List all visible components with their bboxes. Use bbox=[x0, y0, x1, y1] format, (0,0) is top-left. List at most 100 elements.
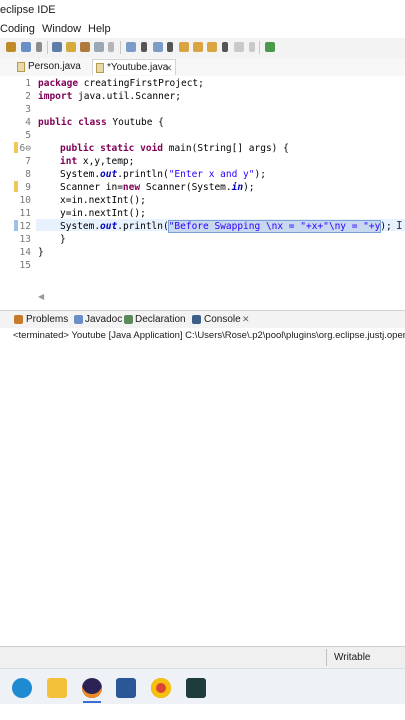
code-line: System.out.println("Before Swapping \nx … bbox=[60, 220, 392, 233]
line-number: 10 bbox=[19, 195, 31, 206]
terminal-icon[interactable] bbox=[186, 678, 206, 698]
code-line: System.out.println("Enter x and y"); bbox=[60, 169, 266, 180]
dropdown-icon[interactable] bbox=[249, 42, 255, 52]
line-number: 7 bbox=[25, 156, 31, 167]
code-text: ); bbox=[243, 182, 255, 193]
toolbar-separator bbox=[259, 41, 260, 54]
editor-horizontal-scrollbar[interactable]: ◀ bbox=[36, 292, 405, 304]
menu-coding[interactable]: Coding bbox=[0, 23, 35, 35]
line-number: 6⊖ bbox=[19, 143, 31, 154]
tab-youtube-java[interactable]: *Youtube.java ✕ bbox=[92, 59, 176, 75]
toolbar-separator bbox=[120, 41, 121, 54]
close-icon[interactable]: ✕ bbox=[242, 314, 250, 325]
menu-help[interactable]: Help bbox=[88, 23, 111, 35]
tab-declaration[interactable]: Declaration bbox=[135, 314, 186, 325]
code-text: .println( bbox=[117, 221, 169, 232]
tab-label: Person.java bbox=[28, 61, 81, 72]
tab-problems[interactable]: Problems bbox=[26, 314, 68, 325]
windows-taskbar bbox=[0, 668, 405, 705]
status-separator bbox=[326, 649, 327, 666]
line-number: 8 bbox=[25, 169, 31, 180]
console-terminated-line: <terminated> Youtube [Java Application] … bbox=[13, 330, 405, 341]
run-config-icon[interactable] bbox=[21, 42, 31, 52]
line-number: 4 bbox=[25, 117, 31, 128]
static-field: out bbox=[100, 169, 118, 180]
code-text: creatingFirstProject; bbox=[78, 78, 204, 89]
code-text: java.util.Scanner; bbox=[72, 91, 181, 102]
file-explorer-icon[interactable] bbox=[47, 678, 67, 698]
dropdown-icon[interactable] bbox=[167, 42, 173, 52]
dropdown-icon[interactable] bbox=[36, 42, 42, 52]
chrome-icon[interactable] bbox=[151, 678, 171, 698]
title-bar: eclipse IDE bbox=[0, 0, 405, 20]
line-number: 11 bbox=[19, 208, 31, 219]
static-field: out bbox=[100, 221, 118, 232]
mark-icon[interactable] bbox=[80, 42, 90, 52]
code-text: x=in.nextInt(); bbox=[60, 195, 146, 206]
toolbar bbox=[0, 38, 405, 59]
line-number: 5 bbox=[25, 130, 31, 141]
java-file-icon bbox=[96, 63, 104, 73]
problems-icon bbox=[14, 315, 23, 324]
line-number: 14 bbox=[19, 247, 31, 258]
line-number: 9 bbox=[25, 182, 31, 193]
keyword: class bbox=[78, 117, 107, 128]
keyword: import bbox=[38, 91, 73, 102]
word-icon[interactable] bbox=[116, 678, 136, 698]
scroll-left-icon[interactable]: ◀ bbox=[38, 292, 44, 301]
open-icon[interactable] bbox=[6, 42, 16, 52]
line-number: 12 bbox=[19, 221, 31, 232]
menu-window[interactable]: Window bbox=[42, 23, 81, 35]
code-line: int x,y,temp; bbox=[60, 156, 134, 167]
line-number: 2 bbox=[25, 91, 31, 102]
forward-arrow-icon[interactable] bbox=[234, 42, 244, 52]
code-line: y=in.nextInt(); bbox=[60, 208, 146, 219]
code-text: y=in.nextInt(); bbox=[60, 208, 146, 219]
code-text: System. bbox=[60, 169, 101, 180]
close-icon[interactable]: ✕ bbox=[165, 60, 173, 76]
console-view[interactable]: <terminated> Youtube [Java Application] … bbox=[0, 328, 405, 646]
active-app-indicator bbox=[83, 701, 101, 703]
keyword: new bbox=[122, 182, 141, 193]
block-icon[interactable] bbox=[94, 42, 104, 52]
code-text: System. bbox=[60, 221, 101, 232]
window-title: eclipse IDE bbox=[0, 4, 56, 16]
code-line: Scanner in=new Scanner(System.in); bbox=[60, 182, 255, 193]
back-arrow-icon[interactable] bbox=[207, 42, 217, 52]
keyword: void bbox=[140, 143, 164, 154]
code-line: x=in.nextInt(); bbox=[60, 195, 146, 206]
code-line: } bbox=[38, 247, 44, 258]
keyword: int bbox=[60, 156, 78, 167]
status-writable: Writable bbox=[334, 652, 371, 663]
line-number: 3 bbox=[25, 104, 31, 115]
pin-editor-icon[interactable] bbox=[265, 42, 275, 52]
tab-label: *Youtube.java bbox=[107, 62, 169, 73]
edge-icon[interactable] bbox=[12, 678, 32, 698]
annotation-icon[interactable] bbox=[126, 42, 136, 52]
dropdown-icon[interactable] bbox=[141, 42, 147, 52]
back-icon[interactable] bbox=[193, 42, 203, 52]
selected-text: "Before Swapping \nx = "+x+"\ny = "+y bbox=[167, 220, 382, 233]
highlight-icon[interactable] bbox=[66, 42, 76, 52]
last-edit-icon[interactable] bbox=[179, 42, 189, 52]
status-bar: Writable bbox=[0, 646, 405, 669]
bottom-panel-tab-bar: Problems Javadoc Declaration Console ✕ bbox=[0, 310, 405, 330]
keyword: static bbox=[100, 143, 135, 154]
code-text: main(String[] args) { bbox=[163, 143, 289, 154]
code-editor[interactable]: 1 2 3 4 5 6⊖ 7 8 9 10 11 12 13 14 15 pac… bbox=[0, 76, 405, 308]
code-text: } bbox=[38, 247, 44, 258]
static-field: in bbox=[231, 182, 244, 193]
dropdown-icon[interactable] bbox=[222, 42, 228, 52]
keyword: public bbox=[60, 143, 95, 154]
java-file-icon bbox=[17, 62, 25, 72]
pilcrow-icon[interactable] bbox=[108, 42, 114, 52]
search-icon[interactable] bbox=[52, 42, 62, 52]
eclipse-icon[interactable] bbox=[82, 678, 102, 698]
code-text: x,y,temp; bbox=[77, 156, 135, 167]
tab-console[interactable]: Console bbox=[204, 314, 241, 325]
tab-javadoc[interactable]: Javadoc bbox=[85, 314, 122, 325]
tab-person-java[interactable]: Person.java bbox=[14, 59, 98, 75]
next-annotation-icon[interactable] bbox=[153, 42, 163, 52]
bottom-strip bbox=[0, 704, 405, 720]
code-line: public class Youtube { bbox=[38, 117, 164, 128]
